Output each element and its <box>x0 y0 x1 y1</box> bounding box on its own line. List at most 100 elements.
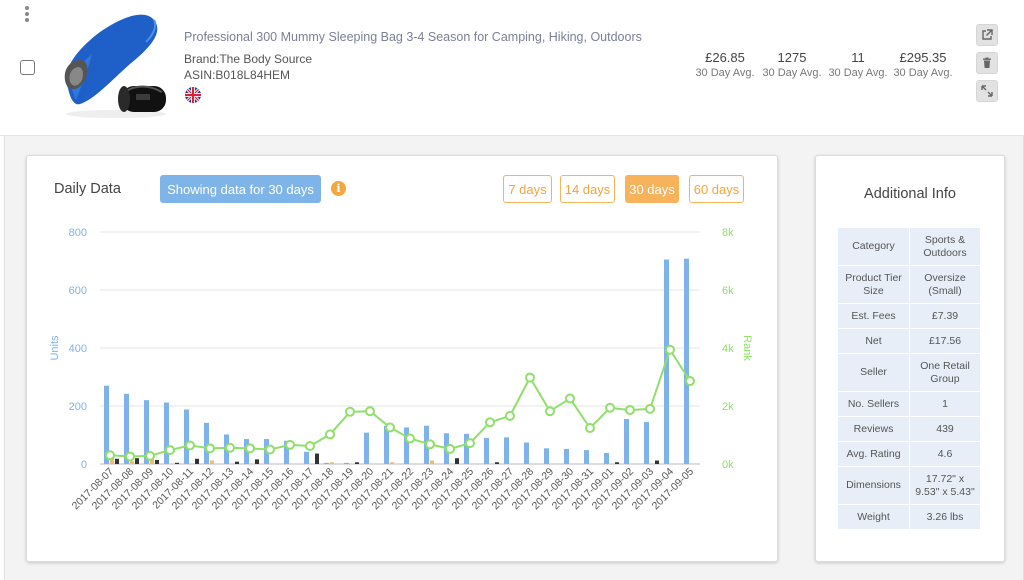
y2-tick-label: 2k <box>722 401 734 413</box>
metric-value: £26.85 <box>705 50 745 65</box>
info-value: Sports & Outdoors <box>909 227 981 266</box>
range-14-days-button[interactable]: 14 days <box>560 175 615 203</box>
rank-point <box>225 442 235 453</box>
info-value: 1 <box>909 391 981 417</box>
info-value: £7.39 <box>909 303 981 329</box>
range-7-days-button[interactable]: 7 days <box>503 175 552 203</box>
rank-point <box>285 439 295 450</box>
units-bar <box>324 462 329 464</box>
showing-data-badge: Showing data for 30 days <box>160 175 321 203</box>
dark-bar <box>655 460 659 464</box>
additional-info-title: Additional Info <box>864 186 956 202</box>
external-link-icon <box>982 29 993 40</box>
rank-point <box>605 402 615 413</box>
units-bar <box>544 448 549 464</box>
orange-bar <box>330 462 334 464</box>
info-row-category: Category Sports & Outdoors <box>837 227 981 266</box>
orange-bar <box>130 461 134 464</box>
dark-bar <box>155 459 159 464</box>
rank-point <box>145 450 155 461</box>
rank-point <box>325 429 335 440</box>
metric-revenue: £295.35 30 Day Avg. <box>890 50 956 79</box>
metric-value: 1275 <box>777 50 807 65</box>
info-row-seller: Seller One Retail Group <box>837 353 981 392</box>
range-30-days-button[interactable]: 30 days <box>625 175 679 203</box>
more-options-icon[interactable] <box>24 6 30 26</box>
rank-point <box>465 438 475 449</box>
y-tick-label: 600 <box>69 285 87 297</box>
rank-point <box>185 440 195 451</box>
rank-point <box>265 444 275 455</box>
product-title[interactable]: Professional 300 Mummy Sleeping Bag 3-4 … <box>184 30 642 44</box>
daily-data-chart: 02004006008000k2k4k6k8kUnits Rank2017-08-… <box>49 227 753 512</box>
info-row-rating: Avg. Rating 4.6 <box>837 441 981 467</box>
units-bar <box>204 422 209 464</box>
rank-point <box>685 376 695 387</box>
units-bar <box>524 442 529 464</box>
rank-point <box>105 450 115 461</box>
dark-bar <box>495 462 499 464</box>
info-row-net: Net £17.56 <box>837 328 981 354</box>
delete-button[interactable] <box>976 52 998 74</box>
expand-button[interactable] <box>976 80 998 102</box>
rank-point <box>485 417 495 428</box>
rank-point <box>585 423 595 434</box>
info-value: One Retail Group <box>909 353 981 392</box>
rank-point <box>625 405 635 416</box>
daily-data-title: Daily Data <box>54 181 121 197</box>
dark-bar <box>615 462 619 464</box>
units-bar <box>604 452 609 464</box>
info-key: Seller <box>837 353 910 392</box>
metric-label: 30 Day Avg. <box>893 67 953 79</box>
dark-bar <box>355 462 359 464</box>
rank-point <box>505 410 515 421</box>
units-bar <box>684 258 689 464</box>
rank-point <box>545 406 555 417</box>
range-60-days-button[interactable]: 60 days <box>689 175 744 203</box>
rank-line <box>109 347 691 458</box>
units-bar <box>364 432 369 464</box>
info-key: Dimensions <box>837 466 910 505</box>
info-value: 17.72" x 9.53" x 5.43" <box>909 466 981 505</box>
dark-bar <box>315 453 319 464</box>
units-bar <box>484 437 489 464</box>
info-key: Avg. Rating <box>837 441 910 467</box>
info-key: Weight <box>837 504 910 530</box>
units-bar <box>344 462 349 464</box>
info-value: 3.26 lbs <box>909 504 981 530</box>
info-row-fees: Est. Fees £7.39 <box>837 303 981 329</box>
info-key: Product Tier Size <box>837 265 910 304</box>
units-bar <box>644 421 649 464</box>
y-tick-label: 0 <box>81 459 87 471</box>
metric-label: 30 Day Avg. <box>828 67 888 79</box>
metric-rank: 1275 30 Day Avg. <box>759 50 825 79</box>
rank-point <box>205 443 215 454</box>
rank-point <box>665 344 675 355</box>
info-value: 439 <box>909 416 981 442</box>
info-row-reviews: Reviews 439 <box>837 416 981 442</box>
info-key: Category <box>837 227 910 266</box>
y2-tick-label: 8k <box>722 227 734 239</box>
product-brand: Brand:The Body Source <box>184 52 313 66</box>
y2-tick-label: 6k <box>722 285 734 297</box>
row-checkbox[interactable] <box>20 60 35 75</box>
info-row-dimensions: Dimensions 17.72" x 9.53" x 5.43" <box>837 466 981 505</box>
external-link-button[interactable] <box>976 24 998 46</box>
units-bar <box>164 402 169 464</box>
units-bar <box>304 451 309 464</box>
units-bar <box>624 419 629 464</box>
rank-point <box>445 443 455 454</box>
rank-point <box>305 441 315 452</box>
info-value: Oversize (Small) <box>909 265 981 304</box>
metric-value: 11 <box>851 50 865 65</box>
rank-point <box>365 406 375 417</box>
metric-sales: 11 30 Day Avg. <box>825 50 891 79</box>
units-bar <box>404 427 409 464</box>
dark-bar <box>135 458 139 464</box>
dark-bar <box>235 461 239 464</box>
product-asin: ASIN:B018L84HEM <box>184 68 291 82</box>
rank-point <box>425 439 435 450</box>
orange-bar <box>210 460 214 464</box>
metric-label: 30 Day Avg. <box>762 67 822 79</box>
info-icon[interactable]: i <box>331 181 346 196</box>
